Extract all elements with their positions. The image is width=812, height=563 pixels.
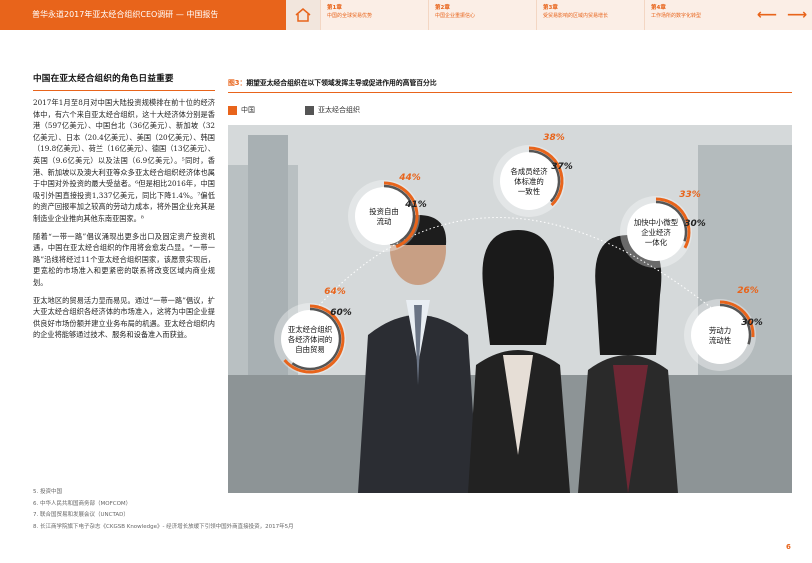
apec-value-label: 41%: [404, 200, 427, 210]
apec-value-label: 37%: [551, 162, 573, 172]
bubble-center: [355, 187, 413, 245]
category-label: 流动: [377, 217, 392, 226]
bubble-chart: 亚太经合组织各经济体间的自由贸易 64% 60% 投资自由流动 44% 41% 各成员经济体…: [274, 133, 763, 375]
tab-chapter-1[interactable]: 第1章 中国的全球贸易优势: [320, 0, 428, 30]
chart-bubble: 各成员经济体标准的一致性 38% 37%: [493, 133, 573, 217]
category-label: 企业经济: [641, 228, 671, 237]
legend-swatch-apec: [305, 105, 314, 115]
footnote: 7. 联合国贸易和发展会议（UNCTAD）: [33, 512, 129, 519]
china-value-label: 44%: [398, 173, 421, 183]
category-label: 加快中小微型: [634, 218, 679, 227]
category-label: 一致性: [518, 187, 540, 196]
chapter-number: 第3章: [543, 5, 558, 11]
chart-bubble: 亚太经合组织各经济体间的自由贸易 64% 60%: [274, 287, 352, 375]
legend-swatch-china: [228, 105, 237, 115]
home-icon: [295, 8, 311, 22]
next-page-button[interactable]: ⟶: [787, 7, 807, 23]
tab-chapter-2[interactable]: 第2章 中国企业重振信心: [428, 0, 536, 30]
figure-divider: [228, 92, 792, 93]
footnote: 8. 长江商学院旗下电子杂志《CKGSB Knowledge》- 经济增长放缓下…: [33, 524, 294, 531]
legend-item-china: 中国: [228, 105, 255, 115]
apec-value-label: 30%: [741, 318, 763, 328]
legend-label: 亚太经合组织: [318, 106, 360, 114]
top-nav-bar: 普华永道2017年亚太经合组织CEO调研 — 中国报告 第1章 中国的全球贸易优…: [0, 0, 812, 30]
apec-value-label: 60%: [330, 308, 352, 318]
legend-item-apec: 亚太经合组织: [305, 105, 360, 115]
chapter-tabs: 第1章 中国的全球贸易优势 第2章 中国企业重振信心 第3章 受贸易影响的区域内…: [320, 0, 752, 30]
category-label: 各经济体间的: [288, 335, 332, 344]
figure-caption: 期望亚太经合组织在以下领域发挥主导或促进作用的高管百分比: [246, 79, 437, 87]
chapter-title: 中国的全球贸易优势: [327, 13, 373, 19]
china-value-label: 64%: [324, 287, 346, 297]
figure-title: 图3：期望亚太经合组织在以下领域发挥主导或促进作用的高管百分比: [228, 77, 437, 87]
china-value-label: 26%: [737, 286, 759, 296]
page-number: 6: [786, 543, 791, 551]
chapter-number: 第4章: [651, 5, 666, 11]
home-button[interactable]: [286, 0, 320, 30]
chart-bubble: 加快中小微型企业经济一体化 33% 30%: [620, 190, 706, 268]
legend-label: 中国: [241, 106, 255, 114]
bubble-center: [691, 306, 749, 364]
paragraph: 2017年1月至8月对中国大陆投资规模排在前十位的经济体中，有六个来自亚太经合组…: [33, 98, 215, 223]
chart-bubble: 劳动力流动性 26% 30%: [684, 286, 763, 371]
apec-value-label: 30%: [684, 219, 706, 229]
category-label: 劳动力: [709, 326, 731, 335]
figure-label: 图3：: [228, 79, 247, 87]
paragraph: 亚太地区的贸易活力显而易见。通过“一带一路”倡议，扩大亚太经合组织各经济体的市场…: [33, 295, 215, 340]
chart-bubble: 投资自由流动 44% 41%: [348, 173, 427, 252]
page-navigation: ⟵ ⟶: [752, 0, 812, 30]
footnotes: 5. 投资中国 6. 中华人民共和国商务部（MOFCOM） 7. 联合国贸易和发…: [33, 487, 294, 534]
footnote: 6. 中华人民共和国商务部（MOFCOM）: [33, 500, 132, 507]
category-label: 流动性: [709, 336, 731, 345]
paragraph: 随着“一带一路”倡议涌现出更多出口及固定资产投资机遇，中国在亚太经合组织的作用将…: [33, 231, 215, 287]
chart-legend: 中国 亚太经合组织: [228, 105, 406, 115]
article-column: 中国在亚太经合组织的角色日益重要 2017年1月至8月对中国大陆投资规模排在前十…: [33, 72, 215, 347]
category-label: 自由贸易: [295, 345, 325, 354]
chapter-number: 第2章: [435, 5, 450, 11]
chapter-title: 工作场所的数字化转型: [651, 13, 702, 19]
category-label: 体标准的: [514, 177, 544, 186]
chapter-title: 受贸易影响的区域内贸易增长: [543, 13, 609, 19]
category-label: 一体化: [645, 238, 668, 247]
category-label: 投资自由: [369, 207, 399, 216]
category-label: 亚太经合组织: [288, 325, 332, 334]
tab-chapter-3[interactable]: 第3章 受贸易影响的区域内贸易增长: [536, 0, 644, 30]
chapter-title: 中国企业重振信心: [435, 13, 476, 19]
china-value-label: 33%: [679, 190, 701, 200]
chapter-number: 第1章: [327, 5, 342, 11]
report-title: 普华永道2017年亚太经合组织CEO调研 — 中国报告: [32, 10, 219, 19]
china-value-label: 38%: [543, 133, 565, 143]
category-label: 各成员经济: [511, 167, 549, 176]
tab-chapter-4[interactable]: 第4章 工作场所的数字化转型: [644, 0, 752, 30]
title-divider: [33, 90, 215, 91]
prev-page-button[interactable]: ⟵: [757, 7, 777, 23]
section-title: 中国在亚太经合组织的角色日益重要: [33, 74, 174, 84]
